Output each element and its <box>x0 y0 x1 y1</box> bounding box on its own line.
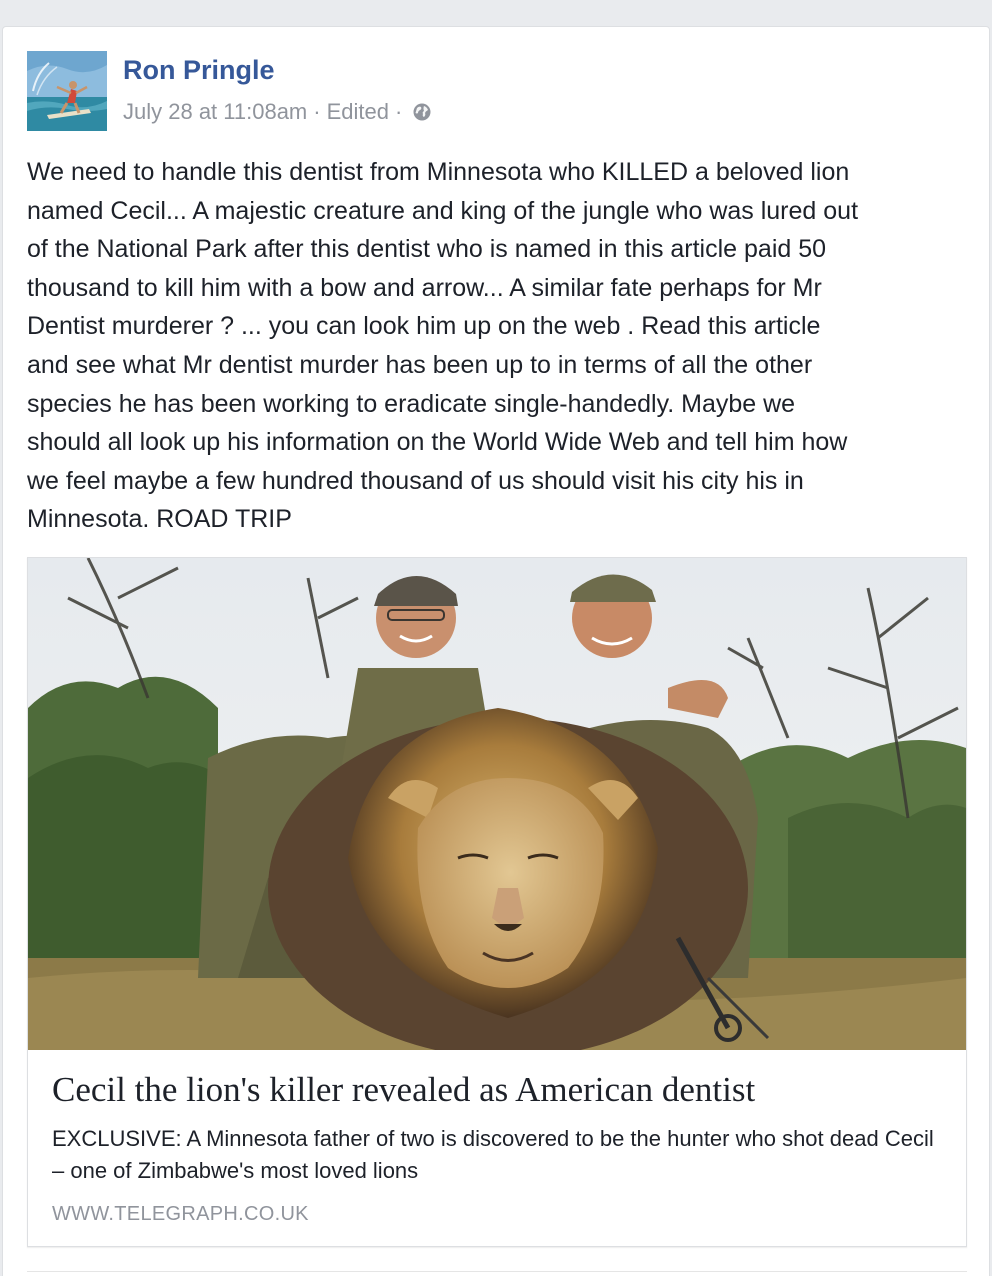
divider <box>27 1271 967 1272</box>
edited-label[interactable]: Edited <box>327 99 389 125</box>
page: Ron Pringle July 28 at 11:08am · Edited … <box>0 0 992 1276</box>
meta-separator: · <box>394 99 403 124</box>
post-timestamp[interactable]: July 28 at 11:08am <box>123 99 307 125</box>
author-name[interactable]: Ron Pringle <box>123 55 275 86</box>
link-preview-domain: WWW.TELEGRAPH.CO.UK <box>52 1203 309 1225</box>
post-card: Ron Pringle July 28 at 11:08am · Edited … <box>2 26 990 1276</box>
post-text: We need to handle this dentist from Minn… <box>27 158 859 534</box>
link-preview[interactable]: Cecil the lion's killer revealed as Amer… <box>27 557 967 1247</box>
globe-icon[interactable] <box>412 102 432 122</box>
link-preview-title[interactable]: Cecil the lion's killer revealed as Amer… <box>52 1070 942 1110</box>
avatar-image <box>27 51 107 131</box>
link-preview-description: EXCLUSIVE: A Minnesota father of two is … <box>52 1126 934 1183</box>
avatar[interactable] <box>27 51 107 131</box>
post-meta: July 28 at 11:08am · Edited · <box>123 99 432 125</box>
meta-separator: · <box>313 99 321 124</box>
link-preview-image[interactable] <box>28 558 966 1050</box>
